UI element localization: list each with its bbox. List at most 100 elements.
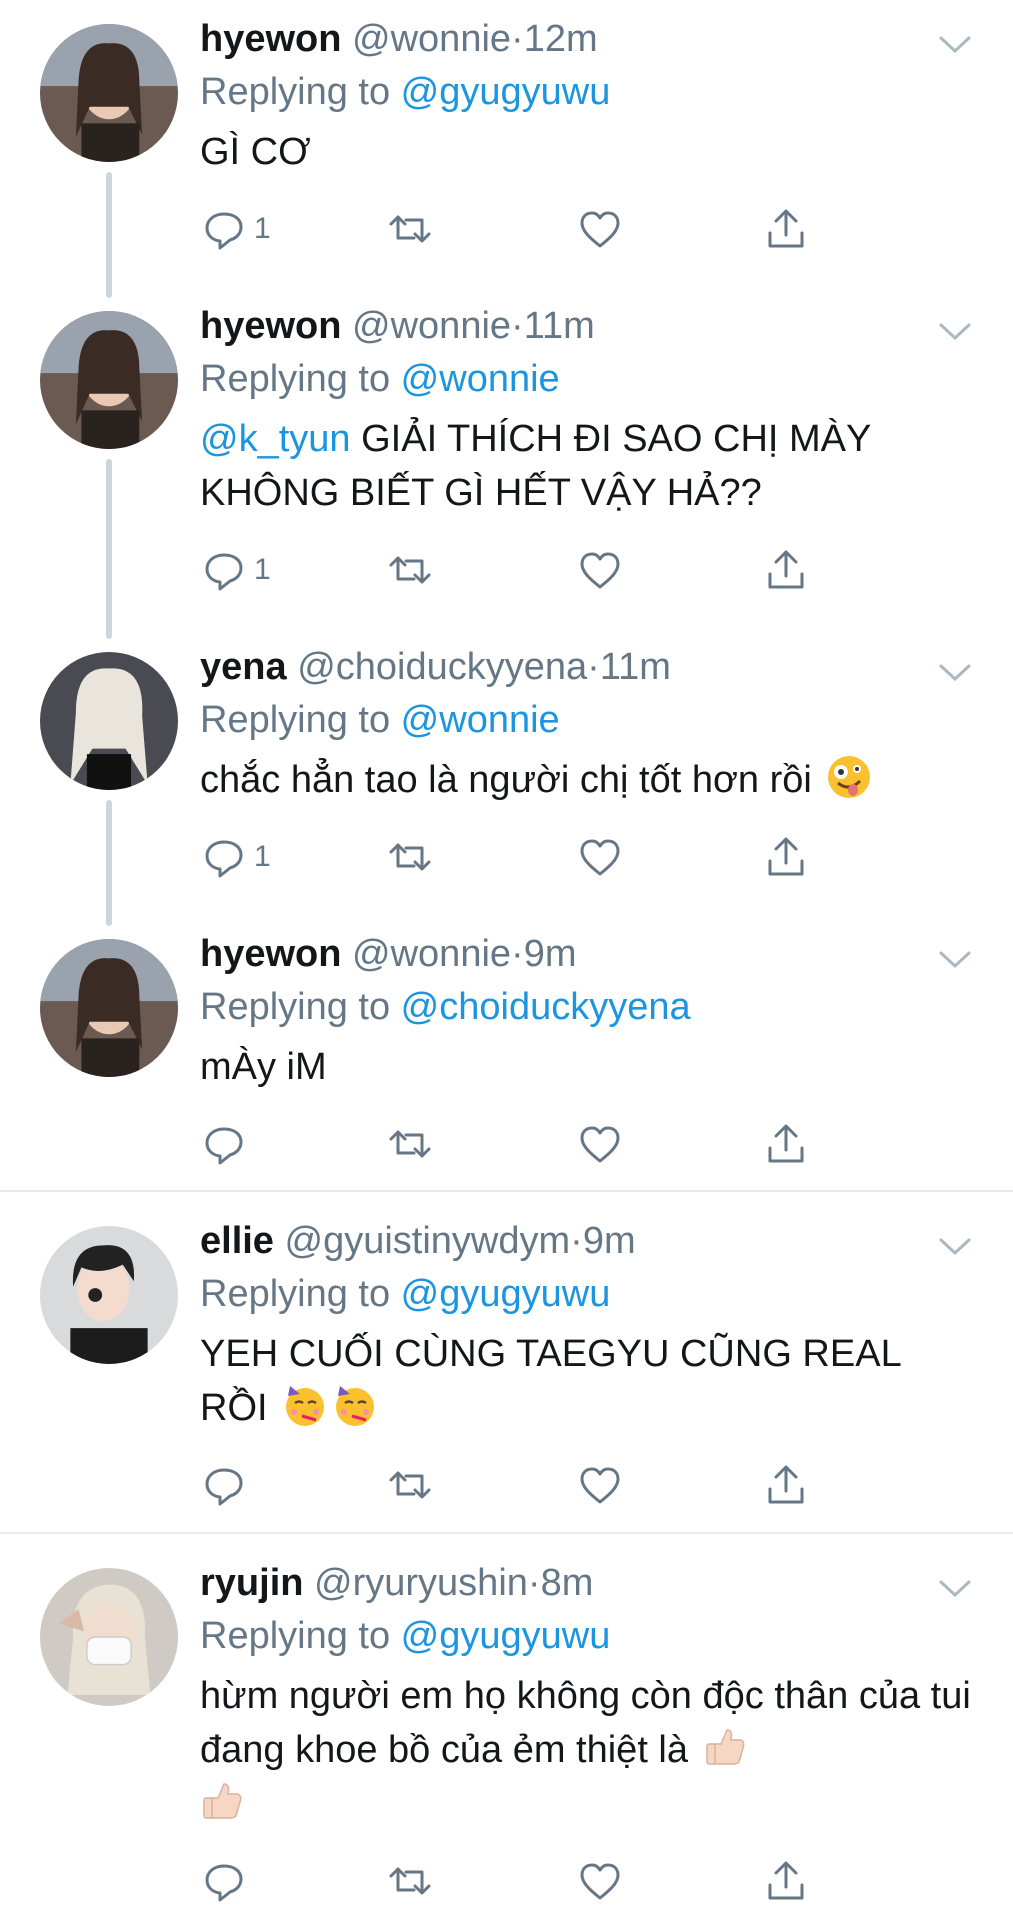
handle[interactable]: @wonnie [352,933,511,975]
replying-to-label: Replying to [200,1273,401,1315]
thumbs-up-emoji-icon [203,1783,242,1819]
share-button[interactable] [762,1856,810,1906]
share-icon [768,1465,804,1504]
like-icon [580,1126,620,1163]
replying-to-label: Replying to [200,699,401,741]
share-button[interactable] [762,204,810,254]
avatar[interactable] [40,652,178,790]
chevron-down-icon[interactable] [937,1576,973,1600]
divider [0,1190,1013,1192]
reply-button[interactable]: 1 [200,545,271,595]
replying-to-label: Replying to [200,71,401,113]
timestamp[interactable]: 8m [541,1562,594,1604]
like-button[interactable] [576,1119,624,1169]
retweet-icon [389,1471,431,1499]
replying-to-mention[interactable]: @gyugyuwu [401,1615,611,1657]
share-button[interactable] [762,545,810,595]
replying-to-mention[interactable]: @choiduckyyena [401,986,691,1028]
like-button[interactable] [576,1460,624,1510]
replying-to-label: Replying to [200,358,401,400]
handle[interactable]: @ryuryushin [314,1562,528,1604]
tweet-header: hyewon @wonnie·12m [200,16,973,62]
tweet[interactable]: hyewon @wonnie·9m Replying to @choiducky… [0,915,1013,1190]
handle[interactable]: @wonnie [352,18,511,60]
replying-to: Replying to @choiduckyyena [200,984,973,1030]
timestamp[interactable]: 11m [524,305,595,347]
retweet-button[interactable] [386,832,434,882]
tweet[interactable]: hyewon @wonnie·11m Replying to @wonnie @… [0,287,1013,628]
replying-to-mention[interactable]: @gyugyuwu [401,71,611,113]
chevron-down-icon[interactable] [937,947,973,971]
separator-dot: · [511,933,524,975]
share-button[interactable] [762,1460,810,1510]
replying-to-mention[interactable]: @wonnie [401,358,560,400]
tweet-text: YEH CUỐI CÙNG TAEGYU CŨNG REAL RỒI [200,1327,973,1435]
tweet-header: hyewon @wonnie·11m [200,303,973,349]
reply-icon [205,1468,243,1506]
reply-count: 1 [254,212,271,245]
reply-button[interactable]: 1 [200,832,271,882]
mention-link[interactable]: @k_tyun [200,418,351,460]
tweet[interactable]: yena @choiduckyyena·11m Replying to @won… [0,628,1013,915]
like-icon [580,1863,620,1900]
replying-to: Replying to @gyugyuwu [200,1613,973,1659]
like-button[interactable] [576,204,624,254]
separator-dot: · [511,305,524,347]
tweet-text: chắc hẳn tao là người chị tốt hơn rồi [200,753,973,807]
reply-icon [205,1864,243,1902]
retweet-button[interactable] [386,1119,434,1169]
reply-button[interactable] [200,1856,248,1906]
chevron-down-icon[interactable] [937,319,973,343]
share-button[interactable] [762,1119,810,1169]
display-name[interactable]: ellie [200,1220,274,1262]
partying-face-emoji-icon [336,1386,375,1426]
chevron-down-icon[interactable] [937,660,973,684]
handle[interactable]: @wonnie [352,305,511,347]
chevron-down-icon[interactable] [937,1234,973,1258]
timestamp[interactable]: 12m [524,18,598,60]
chevron-down-icon[interactable] [937,32,973,56]
like-icon [580,839,620,876]
avatar[interactable] [40,1568,178,1706]
retweet-button[interactable] [386,1856,434,1906]
timestamp[interactable]: 9m [524,933,577,975]
reply-button[interactable]: 1 [200,204,271,254]
reply-button[interactable] [200,1460,248,1510]
display-name[interactable]: hyewon [200,305,341,347]
replying-to: Replying to @gyugyuwu [200,69,973,115]
share-button[interactable] [762,832,810,882]
display-name[interactable]: yena [200,646,287,688]
handle[interactable]: @choiduckyyena [297,646,587,688]
retweet-icon [389,215,431,243]
timestamp[interactable]: 9m [583,1220,636,1262]
share-icon [768,209,804,248]
retweet-button[interactable] [386,204,434,254]
tweet-text: GÌ CƠ [200,131,311,173]
retweet-button[interactable] [386,545,434,595]
zany-face-emoji-icon [828,756,871,798]
share-icon [768,1124,804,1163]
avatar[interactable] [40,939,178,1077]
avatar[interactable] [40,24,178,162]
tweet-text: mÀy iM [200,1046,327,1088]
display-name[interactable]: hyewon [200,933,341,975]
retweet-button[interactable] [386,1460,434,1510]
tweet-header: ryujin @ryuryushin·8m [200,1560,973,1606]
reply-button[interactable] [200,1119,248,1169]
replying-to-mention[interactable]: @wonnie [401,699,560,741]
thumbs-up-emoji-icon [705,1729,744,1765]
tweet[interactable]: ellie @gyuistinywdym·9m Replying to @gyu… [0,1202,1013,1532]
handle[interactable]: @gyuistinywdym [285,1220,571,1262]
like-button[interactable] [576,832,624,882]
display-name[interactable]: hyewon [200,18,341,60]
like-button[interactable] [576,1856,624,1906]
like-button[interactable] [576,545,624,595]
replying-to: Replying to @gyugyuwu [200,1271,973,1317]
tweet[interactable]: hyewon @wonnie·12m Replying to @gyugyuwu… [0,0,1013,287]
replying-to-mention[interactable]: @gyugyuwu [401,1273,611,1315]
tweet[interactable]: ryujin @ryuryushin·8m Replying to @gyugy… [0,1544,1013,1920]
timestamp[interactable]: 11m [600,646,671,688]
display-name[interactable]: ryujin [200,1562,303,1604]
avatar[interactable] [40,311,178,449]
avatar[interactable] [40,1226,178,1364]
